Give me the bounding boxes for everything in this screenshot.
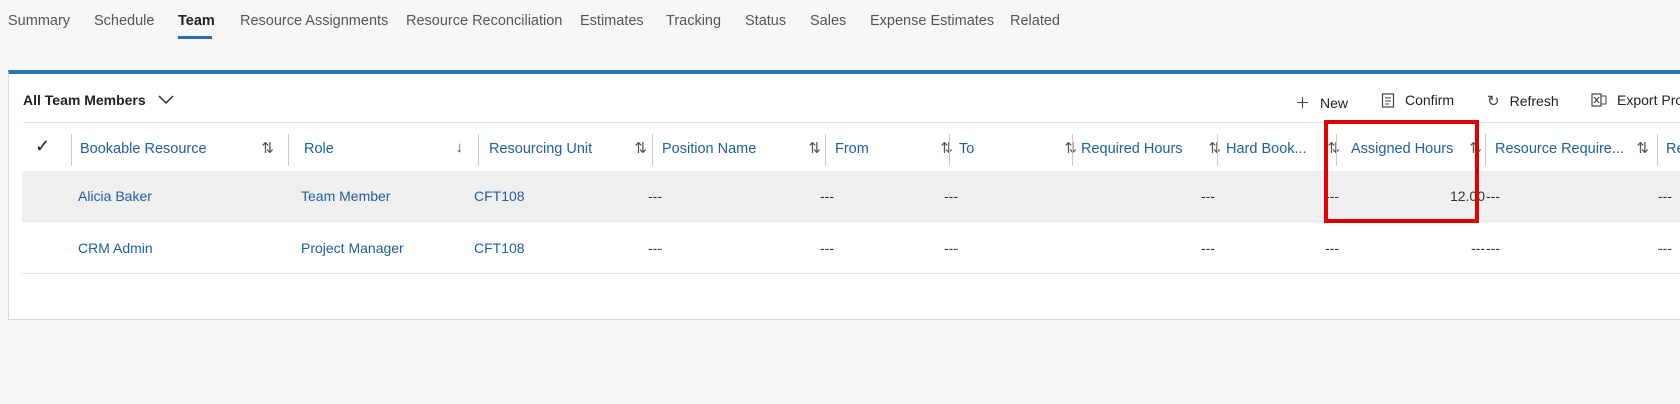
bookable-resource-link[interactable]: CRM Admin (78, 223, 153, 273)
role-link[interactable]: Team Member (301, 171, 390, 221)
column-separator (1072, 134, 1073, 166)
tab-sales[interactable]: Sales (810, 13, 846, 29)
grid-header: ✓ Bookable Resource ⇅ Role ↓ Resourcing … (23, 124, 1680, 174)
tab-team[interactable]: Team (178, 13, 215, 29)
column-separator (1485, 134, 1486, 166)
tab-summary[interactable]: Summary (8, 13, 70, 29)
column-header-required-hours[interactable]: Required Hours ⇅ (1081, 124, 1227, 174)
confirm-button[interactable]: Confirm (1381, 92, 1454, 108)
plus-icon: ＋ (1295, 95, 1311, 112)
column-separator (949, 134, 950, 166)
assigned-hours-cell: --- (1471, 240, 1485, 256)
column-header-position-name[interactable]: Position Name ⇅ (662, 124, 827, 174)
column-separator (71, 134, 72, 166)
column-separator (478, 134, 479, 166)
column-header-rec[interactable]: Rec (1666, 124, 1680, 174)
export-button[interactable]: Export Pro (1591, 92, 1680, 108)
sort-icon: ⇅ (940, 140, 953, 157)
view-selector[interactable]: All Team Members (23, 92, 174, 108)
role-link[interactable]: Project Manager (301, 223, 404, 273)
tab-resource-reconciliation[interactable]: Resource Reconciliation (406, 13, 562, 29)
position-name-cell: --- (648, 188, 662, 204)
from-cell: --- (820, 188, 834, 204)
grid-header-divider (23, 122, 1680, 123)
to-cell: --- (944, 188, 958, 204)
column-header-bookable-resource[interactable]: Bookable Resource ⇅ (80, 124, 280, 174)
position-name-cell: --- (648, 240, 662, 256)
column-header-role[interactable]: Role ↓ (304, 124, 469, 174)
view-name: All Team Members (23, 92, 146, 108)
column-separator (1336, 134, 1337, 166)
sort-icon: ⇅ (808, 140, 821, 157)
sort-icon: ⇅ (1064, 140, 1077, 157)
select-all-checkmark-icon[interactable]: ✓ (35, 136, 50, 157)
tab-status[interactable]: Status (745, 13, 786, 29)
sort-icon: ⇅ (1208, 140, 1221, 157)
excel-icon (1591, 93, 1607, 107)
resource-requirement-cell: --- (1486, 188, 1500, 204)
tab-resource-assignments[interactable]: Resource Assignments (240, 13, 388, 29)
to-cell: --- (944, 240, 958, 256)
new-button[interactable]: ＋ New (1295, 92, 1348, 113)
table-row[interactable]: CRM Admin Project Manager CFT108 --- ---… (22, 223, 1680, 274)
rec-cell: --- (1658, 240, 1672, 256)
sort-icon: ⇅ (261, 140, 274, 157)
column-header-resource-requirement[interactable]: Resource Require... ⇅ (1495, 124, 1655, 174)
column-separator (1217, 134, 1218, 166)
refresh-icon: ↻ (1487, 93, 1500, 110)
hard-booked-cell: --- (1325, 240, 1339, 256)
required-hours-cell: --- (1201, 240, 1215, 256)
tab-related[interactable]: Related (1010, 13, 1060, 29)
tab-estimates[interactable]: Estimates (580, 13, 644, 29)
column-header-assigned-hours[interactable]: Assigned Hours ⇅ (1351, 124, 1488, 174)
bookable-resource-link[interactable]: Alicia Baker (78, 171, 152, 221)
column-separator (652, 134, 653, 166)
refresh-button[interactable]: ↻ Refresh (1487, 92, 1559, 110)
tab-expense-estimates[interactable]: Expense Estimates (870, 13, 994, 29)
from-cell: --- (820, 240, 834, 256)
rec-cell: --- (1658, 188, 1672, 204)
sort-descending-icon: ↓ (455, 139, 464, 156)
column-header-hard-booked[interactable]: Hard Book... ⇅ (1226, 124, 1346, 174)
column-separator (825, 134, 826, 166)
tab-schedule[interactable]: Schedule (94, 13, 154, 29)
column-header-from[interactable]: From ⇅ (835, 124, 959, 174)
clipboard-icon (1381, 93, 1395, 108)
column-header-resourcing-unit[interactable]: Resourcing Unit ⇅ (489, 124, 653, 174)
column-separator (1657, 134, 1658, 166)
required-hours-cell: --- (1201, 188, 1215, 204)
sort-icon: ⇅ (634, 140, 647, 157)
hard-booked-cell: --- (1325, 188, 1339, 204)
resourcing-unit-link[interactable]: CFT108 (474, 223, 525, 273)
active-tab-indicator (178, 36, 212, 39)
table-row[interactable]: Alicia Baker Team Member CFT108 --- --- … (22, 171, 1680, 222)
column-header-to[interactable]: To ⇅ (959, 124, 1083, 174)
sort-icon: ⇅ (1327, 140, 1340, 157)
tab-tracking[interactable]: Tracking (666, 13, 721, 29)
sort-icon: ⇅ (1469, 140, 1482, 157)
resource-requirement-cell: --- (1486, 240, 1500, 256)
chevron-down-icon (158, 95, 174, 105)
sort-icon: ⇅ (1636, 140, 1649, 157)
column-separator (288, 134, 289, 166)
assigned-hours-cell: 12.00 (1449, 188, 1485, 204)
resourcing-unit-link[interactable]: CFT108 (474, 171, 525, 221)
